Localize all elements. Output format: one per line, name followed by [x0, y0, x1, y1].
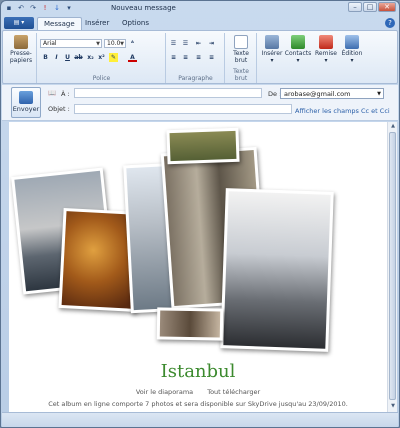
plain-text-group: Texte brut Texte brut: [226, 33, 257, 83]
maximize-button[interactable]: □: [363, 2, 377, 12]
close-button[interactable]: ✕: [378, 2, 396, 12]
subject-field[interactable]: [74, 104, 292, 114]
scroll-down-icon[interactable]: ▼: [388, 403, 398, 411]
slideshow-link[interactable]: Voir le diaporama: [136, 388, 193, 396]
priority-low-icon[interactable]: ↓: [52, 3, 62, 13]
status-bar: [2, 412, 398, 427]
album-links: Voir le diaporama Tout télécharger: [9, 388, 387, 396]
font-size-select[interactable]: 10.0 ▼: [104, 39, 126, 48]
plain-text-label: Texte brut: [233, 50, 249, 64]
title-bar: ▪ ↶ ↷ ! ↓ ▾ Nouveau message – □ ✕: [1, 1, 399, 16]
insert-button[interactable]: Insérer ▾: [258, 35, 286, 64]
download-all-link[interactable]: Tout télécharger: [207, 388, 260, 396]
quick-access-toolbar: ▪ ↶ ↷ ! ↓ ▾: [4, 3, 74, 13]
clipboard-icon: [14, 35, 28, 49]
paperclip-icon: [265, 35, 279, 49]
message-header: Envoyer 📖 À : De : arobase@gmail.com ▼ Ob…: [2, 85, 398, 121]
numbering-icon[interactable]: ☰: [181, 39, 190, 48]
actions-group: Insérer ▾ Contacts ▾ Remise ▾ Édition ▾: [258, 33, 398, 83]
italic-icon[interactable]: I: [52, 53, 61, 62]
editing-label: Édition: [341, 50, 363, 57]
save-icon[interactable]: ▪: [4, 3, 14, 13]
tab-inserer[interactable]: Insérer: [79, 17, 115, 30]
subject-label: Objet :: [48, 105, 70, 113]
paragraph-group: ☰ ☰ ⇤ ⇥ ≡ ≡ ≡ ≡ Paragraphe: [167, 33, 225, 83]
contacts-label: Contacts: [284, 50, 312, 57]
scroll-thumb[interactable]: [389, 132, 396, 400]
show-cc-bcc-link[interactable]: Afficher les champs Cc et Cci: [295, 107, 390, 115]
font-name-value: Arial: [43, 40, 57, 47]
to-field[interactable]: [74, 88, 262, 98]
priority-high-icon[interactable]: !: [40, 3, 50, 13]
priority-icon: [319, 35, 333, 49]
contacts-icon: [291, 35, 305, 49]
font-name-select[interactable]: Arial ▼: [40, 39, 102, 48]
scroll-up-icon[interactable]: ▲: [388, 123, 398, 131]
help-icon[interactable]: ?: [385, 18, 395, 28]
highlight-icon[interactable]: ✎: [109, 53, 118, 62]
superscript-icon[interactable]: x²: [97, 53, 106, 62]
album-title: Istanbul: [160, 361, 236, 382]
font-group-label: Police: [92, 75, 111, 82]
contacts-button[interactable]: Contacts ▾: [284, 35, 312, 64]
strikethrough-icon[interactable]: ab: [74, 53, 83, 62]
delivery-button[interactable]: Remise ▾: [312, 35, 340, 64]
insert-label: Insérer: [261, 50, 283, 57]
from-select[interactable]: arobase@gmail.com ▼: [280, 88, 384, 99]
decrease-indent-icon[interactable]: ⇤: [194, 39, 203, 48]
align-left-icon[interactable]: ≡: [169, 53, 178, 62]
from-value: arobase@gmail.com: [284, 90, 351, 98]
plain-text-group-label: Texte brut: [233, 68, 249, 82]
undo-icon[interactable]: ↶: [16, 3, 26, 13]
checkmark-icon: [345, 35, 359, 49]
ribbon-tabs: ▤ ▾ Message Insérer Options ?: [1, 16, 399, 30]
justify-icon[interactable]: ≡: [207, 53, 216, 62]
redo-icon[interactable]: ↷: [28, 3, 38, 13]
photo-people: [156, 307, 224, 341]
tab-options[interactable]: Options: [116, 17, 155, 30]
font-color-icon[interactable]: A: [128, 53, 137, 62]
app-menu-button[interactable]: ▤ ▾: [4, 17, 34, 29]
minimize-button[interactable]: –: [348, 2, 362, 12]
photo-dome: [166, 127, 240, 165]
send-button[interactable]: Envoyer: [11, 87, 41, 118]
underline-icon[interactable]: U: [63, 53, 72, 62]
align-right-icon[interactable]: ≡: [194, 53, 203, 62]
ribbon: Presse-papiers Arial ▼ 10.0 ▼ ᴬ B I U ab x…: [2, 30, 398, 84]
align-center-icon[interactable]: ≡: [181, 53, 190, 62]
plain-text-button[interactable]: Texte brut: [227, 35, 255, 64]
tab-message[interactable]: Message: [37, 17, 82, 30]
to-label: À :: [61, 90, 70, 98]
delivery-label: Remise: [315, 50, 337, 57]
album-note: Cet album en ligne comporte 7 photos et …: [48, 400, 348, 408]
paste-button[interactable]: Presse-papiers: [7, 35, 35, 64]
document-icon: [234, 35, 248, 49]
photo-mosque: [220, 188, 334, 352]
paste-label: Presse-papiers: [9, 50, 33, 64]
send-label: Envoyer: [12, 105, 40, 113]
vertical-scrollbar[interactable]: ▲ ▼: [387, 122, 397, 412]
increase-indent-icon[interactable]: ⇥: [207, 39, 216, 48]
subscript-icon[interactable]: x₂: [86, 53, 95, 62]
bold-icon[interactable]: B: [41, 53, 50, 62]
message-body[interactable]: Istanbul Voir le diaporama Tout téléchar…: [9, 122, 387, 412]
bullets-icon[interactable]: ☰: [169, 39, 178, 48]
qat-menu-icon[interactable]: ▾: [64, 3, 74, 13]
send-icon: [19, 91, 33, 104]
paragraph-group-label: Paragraphe: [178, 75, 213, 82]
editing-button[interactable]: Édition ▾: [338, 35, 366, 64]
font-group: Arial ▼ 10.0 ▼ ᴬ B I U ab x₂ x² ✎ A Police: [38, 33, 166, 83]
message-window: ▪ ↶ ↷ ! ↓ ▾ Nouveau message – □ ✕ ▤ ▾ Me…: [0, 0, 400, 428]
address-book-icon[interactable]: 📖: [48, 89, 56, 97]
font-size-value: 10.0: [107, 40, 121, 47]
clear-format-icon[interactable]: ᴬ: [128, 39, 137, 48]
clipboard-group: Presse-papiers: [5, 33, 37, 83]
window-title: Nouveau message: [111, 4, 176, 12]
